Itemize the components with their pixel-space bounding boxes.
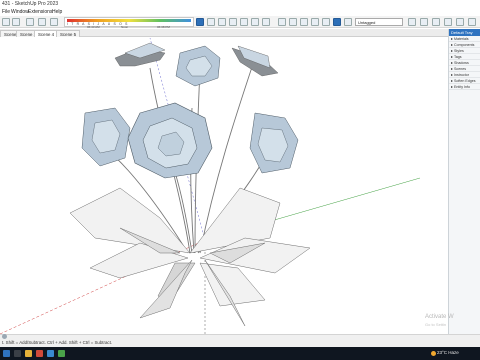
expand-arrow-icon <box>451 68 453 71</box>
scene-tabs: Scene 2 Scene 3 Scene 4 Scene 5 <box>0 29 448 37</box>
expand-arrow-icon <box>451 86 453 89</box>
tray-item-label: Shadows <box>454 61 469 65</box>
expand-arrow-icon <box>451 50 453 53</box>
view-front-icon[interactable] <box>229 18 237 26</box>
info-icon[interactable] <box>38 18 46 26</box>
view-left-icon[interactable] <box>262 18 270 26</box>
monochrome-style-icon[interactable] <box>344 18 352 26</box>
title-bar: 431 - SketchUp Pro 2023 <box>0 0 480 9</box>
geolocation-icon <box>2 334 7 339</box>
shadow-toggle-icon[interactable] <box>50 18 58 26</box>
tray-item-label: Tags <box>454 55 462 59</box>
window-title: 431 - SketchUp Pro 2023 <box>2 1 59 7</box>
expand-arrow-icon <box>451 62 453 65</box>
sketchup-taskbar-icon[interactable] <box>36 350 43 357</box>
center-flower <box>127 102 213 179</box>
xray-style-icon[interactable] <box>278 18 286 26</box>
tray-item-label: Instructor <box>454 73 469 77</box>
tray-item-label: Scenes <box>454 67 466 71</box>
tag-tool-3-icon[interactable] <box>432 18 440 26</box>
shaded-textures-style-icon[interactable] <box>333 18 341 26</box>
model-viewport[interactable] <box>0 38 448 334</box>
app2-taskbar-icon[interactable] <box>58 350 65 357</box>
status-bar: t. Shift = Add/Subtract. Ctrl + Add. Shi… <box>0 334 480 347</box>
view-top-icon[interactable] <box>218 18 226 26</box>
leaf-cluster <box>69 187 311 327</box>
search-icon[interactable] <box>14 350 21 357</box>
tray-item-label: Styles <box>454 49 464 53</box>
tray-item-label: Entity Info <box>454 85 470 89</box>
activation-watermark-sub: Go to Settin <box>425 322 447 327</box>
tag-tool-1-icon[interactable] <box>408 18 416 26</box>
weather-icon <box>431 351 436 356</box>
windows-taskbar: 23°C Haze <box>0 347 480 360</box>
view-back-icon[interactable] <box>251 18 259 26</box>
tag-tool-6-icon[interactable] <box>468 18 476 26</box>
tray-item-entity-info[interactable]: Entity Info <box>449 84 480 90</box>
tray-item-label: Soften Edges <box>454 79 476 83</box>
shaded-style-icon[interactable] <box>322 18 330 26</box>
sketchup-window: 431 - SketchUp Pro 2023 File Window Exte… <box>0 0 480 360</box>
menu-bar: File Window Extensions Help <box>0 9 480 16</box>
tag-tool-4-icon[interactable] <box>444 18 452 26</box>
redo-icon[interactable] <box>12 18 20 26</box>
status-hint: t. Shift = Add/Subtract. Ctrl + Add. Shi… <box>2 340 113 345</box>
tag-tool-5-icon[interactable] <box>456 18 464 26</box>
tab-scene-4[interactable]: Scene 4 <box>34 30 59 37</box>
activation-watermark: Activate W <box>425 314 454 320</box>
tab-scene-5[interactable]: Scene 5 <box>56 30 81 37</box>
toolbar: I T R A S I J A U S O S 06:43 AM Noon 06… <box>0 16 480 29</box>
weather-text: 23°C Haze <box>437 350 459 355</box>
right-flower <box>249 112 299 174</box>
menu-extensions[interactable]: Extensions <box>28 9 52 15</box>
default-tray: Default Tray Materials Components Styles… <box>448 29 480 334</box>
shadow-time-slider[interactable]: I T R A S I J A U S O S 06:43 AM Noon 06… <box>64 17 194 29</box>
hiddenline-style-icon[interactable] <box>311 18 319 26</box>
wireframe-style-icon[interactable] <box>300 18 308 26</box>
start-icon[interactable] <box>3 350 10 357</box>
pan-icon[interactable] <box>26 18 34 26</box>
back-flower-left <box>114 42 166 67</box>
tag-tool-2-icon[interactable] <box>420 18 428 26</box>
expand-arrow-icon <box>451 38 453 41</box>
orbit-icon[interactable] <box>196 18 204 26</box>
backedges-style-icon[interactable] <box>289 18 297 26</box>
expand-arrow-icon <box>451 74 453 77</box>
view-right-icon[interactable] <box>240 18 248 26</box>
tray-item-label: Components <box>454 43 475 47</box>
expand-arrow-icon <box>451 56 453 59</box>
file-explorer-icon[interactable] <box>25 350 32 357</box>
menu-file[interactable]: File <box>2 9 10 15</box>
tag-select[interactable]: Untagged <box>355 18 403 26</box>
expand-arrow-icon <box>451 44 453 47</box>
view-iso-icon[interactable] <box>207 18 215 26</box>
tray-title: Default Tray <box>449 29 480 36</box>
undo-icon[interactable] <box>2 18 10 26</box>
tray-item-label: Materials <box>454 37 469 41</box>
expand-arrow-icon <box>451 80 453 83</box>
back-flower-right <box>231 45 279 77</box>
menu-help[interactable]: Help <box>52 9 62 15</box>
menu-window[interactable]: Window <box>11 9 29 15</box>
app-taskbar-icon[interactable] <box>47 350 54 357</box>
flower-model-drawing <box>0 38 421 334</box>
top-flower <box>175 45 221 87</box>
left-flower <box>81 107 131 167</box>
